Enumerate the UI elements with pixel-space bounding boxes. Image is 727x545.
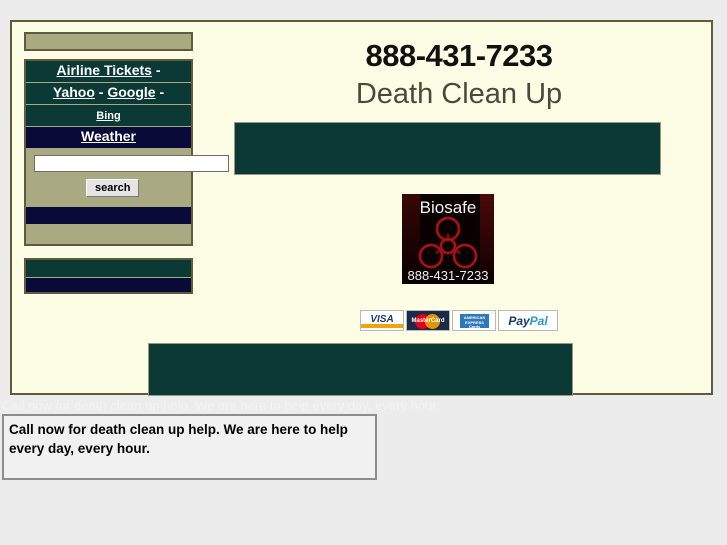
paypal-label-a: Pay [508, 314, 530, 328]
screen-root: Airline Tickets - Yahoo - Google - Bing … [0, 0, 727, 545]
sidebar-link-yahoo[interactable]: Yahoo [53, 84, 95, 100]
sidebar: Airline Tickets - Yahoo - Google - Bing … [24, 32, 229, 294]
mastercard-label: MasterCard [411, 318, 445, 324]
sidebar-lower-block [24, 258, 193, 294]
paypal-icon: PayPal [498, 310, 558, 331]
visa-icon: VISA [360, 310, 404, 331]
sidebar-band-navy [26, 207, 191, 225]
mastercard-icon: MasterCard [406, 310, 450, 331]
sidebar-top-panel [24, 32, 193, 51]
sidebar-item-weather[interactable]: Weather [26, 127, 191, 149]
biosafe-phone: 888-431-7233 [407, 268, 489, 283]
search-button[interactable]: search [86, 179, 140, 197]
header-phone-number: 888-431-7233 [365, 38, 553, 73]
sidebar-link-weather[interactable]: Weather [81, 128, 136, 144]
sidebar-suffix-airline: - [151, 62, 161, 78]
sidebar-link-airline-tickets[interactable]: Airline Tickets [56, 62, 151, 78]
biosafe-title: Biosafe [419, 198, 477, 217]
header-tagline: Death Clean Up [355, 78, 563, 110]
paypal-label-b: Pal [529, 314, 548, 328]
biosafe-logo[interactable]: Biosafe 888-431-7233 [402, 194, 494, 284]
ghost-status-text: Call now for death clean up help. We are… [2, 398, 440, 413]
sidebar-search-area: search [26, 149, 229, 207]
sidebar-band-khaki [26, 225, 191, 244]
biosafe-image[interactable]: Biosafe 888-431-7233 [402, 194, 494, 284]
sidebar-band-navy-lower [26, 278, 191, 292]
sidebar-sep-yahoo-google: - [94, 84, 108, 100]
biohazard-icon [418, 216, 478, 269]
paypal-label: PayPal [499, 314, 557, 328]
sidebar-suffix-google: - [155, 84, 165, 100]
sidebar-item-yahoo-google[interactable]: Yahoo - Google - [26, 83, 191, 105]
amex-icon: AMERICAN EXPRESS Cards [452, 310, 496, 331]
payment-icons-row: VISA MasterCard AMERICAN EXPRESS Cards P… [360, 310, 558, 331]
info-tooltip-box: Call now for death clean up help. We are… [2, 414, 377, 480]
sidebar-nav-block: Airline Tickets - Yahoo - Google - Bing … [24, 59, 229, 246]
header-green-banner [234, 122, 661, 175]
info-tooltip-text: Call now for death clean up help. We are… [9, 422, 348, 456]
lower-green-banner [148, 343, 573, 396]
sidebar-item-bing[interactable]: Bing [26, 105, 191, 127]
sidebar-link-google[interactable]: Google [107, 84, 155, 100]
sidebar-band-green [26, 260, 191, 278]
amex-label: AMERICAN EXPRESS Cards [463, 315, 486, 329]
search-input[interactable] [34, 155, 229, 172]
sidebar-item-airline-tickets[interactable]: Airline Tickets - [26, 61, 191, 83]
visa-bar [361, 324, 403, 328]
sidebar-link-bing[interactable]: Bing [96, 110, 120, 122]
page-container: Airline Tickets - Yahoo - Google - Bing … [10, 20, 713, 396]
